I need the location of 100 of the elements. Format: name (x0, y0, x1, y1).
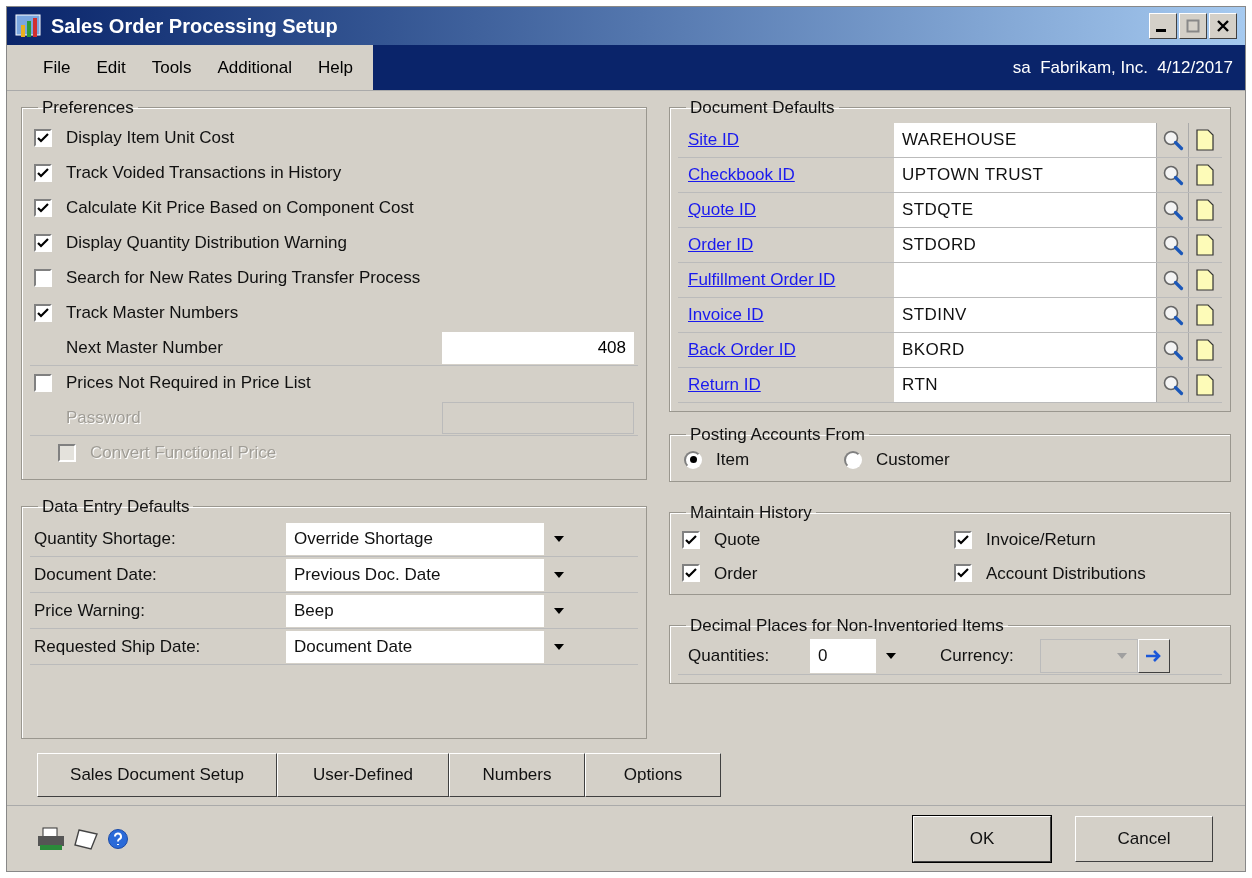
radio-label: Customer (876, 449, 950, 471)
checkbox[interactable] (954, 564, 972, 583)
field-label: Requested Ship Date: (33, 635, 202, 658)
note-icon (1195, 373, 1214, 396)
app-icon (15, 13, 43, 39)
magnifier-icon (1161, 303, 1184, 326)
checkbox[interactable] (34, 269, 52, 287)
caret-icon (554, 643, 564, 650)
caret-icon (554, 607, 564, 614)
dropdown-field[interactable]: Override Shortage (286, 522, 574, 555)
magnifier-icon (1161, 373, 1184, 396)
group-title: Document Defaults (689, 97, 836, 119)
checkmark-icon (685, 533, 697, 546)
dropdown-arrow-button[interactable] (544, 630, 574, 663)
help-icon (107, 827, 129, 850)
group-title: Maintain History (689, 501, 813, 524)
dropdown-field[interactable]: Beep (286, 594, 574, 627)
menu-item[interactable]: File (43, 54, 71, 81)
checkbox[interactable] (34, 374, 52, 392)
magnifier-icon (1161, 128, 1184, 151)
dropdown-arrow-button[interactable] (544, 558, 574, 591)
dropdown-field[interactable]: Document Date (286, 630, 574, 663)
input-field[interactable]: WAREHOUSE (894, 122, 1156, 157)
input-field[interactable]: STDORD (894, 227, 1156, 262)
input-field[interactable]: STDINV (894, 297, 1156, 332)
group-title: Decimal Places for Non-Inventoried Items (689, 615, 1005, 637)
checkbox-label: Display Item Unit Cost (66, 127, 235, 150)
dropdown-field[interactable]: Previous Doc. Date (286, 558, 574, 591)
dialog-button[interactable]: OK (913, 815, 1051, 862)
checkbox-label: Quote (714, 529, 761, 551)
checkbox-label: Account Distributions (986, 562, 1146, 585)
field-link[interactable]: Checkbook ID (688, 164, 795, 184)
field-link[interactable]: Back Order ID (688, 339, 796, 359)
checkmark-icon (37, 202, 49, 214)
menu-item[interactable]: Tools (151, 54, 192, 81)
checkbox-label: Calculate Kit Price Based on Component Cost (66, 197, 414, 220)
input-field[interactable] (442, 401, 634, 434)
input-field[interactable]: BKORD (894, 332, 1156, 367)
checkbox[interactable] (34, 304, 52, 322)
field-label: Quantities: (687, 645, 771, 668)
field-link[interactable]: Site ID (688, 129, 740, 149)
checkbox[interactable] (34, 129, 52, 147)
close-button[interactable] (1209, 13, 1237, 39)
note-icon (1195, 268, 1214, 291)
checkbox[interactable] (954, 530, 972, 549)
note-icon (1195, 198, 1214, 221)
group-title: Preferences (41, 97, 135, 119)
caret-icon (554, 535, 564, 542)
field-link[interactable]: Invoice ID (688, 304, 764, 324)
field-label: Document Date: (33, 563, 158, 586)
caret-icon (886, 653, 896, 659)
close-icon (1216, 19, 1230, 33)
input-field[interactable]: 408 (442, 331, 634, 364)
menu-item[interactable]: Edit (96, 54, 126, 81)
checkbox-label: Display Quantity Distribution Warning (66, 232, 347, 255)
checkmark-icon (685, 567, 697, 580)
field-label: Currency: (939, 645, 1015, 668)
dialog-button[interactable]: Cancel (1075, 815, 1213, 862)
checkbox[interactable] (34, 164, 52, 182)
input-field[interactable]: RTN (894, 367, 1156, 402)
action-button[interactable]: Options (585, 753, 721, 797)
menu-item[interactable]: Help (318, 54, 354, 81)
note-icon (1195, 303, 1214, 326)
radio-button[interactable] (844, 450, 862, 469)
expand-button[interactable] (1138, 639, 1170, 673)
input-field[interactable]: UPTOWN TRUST (894, 157, 1156, 192)
radio-button[interactable] (684, 450, 702, 469)
dropdown-field[interactable]: 0 (810, 639, 906, 673)
field-label: Quantity Shortage: (33, 527, 177, 550)
field-link[interactable]: Order ID (688, 234, 754, 254)
action-button[interactable]: User-Defined (277, 753, 449, 797)
checkmark-icon (37, 307, 49, 319)
maximize-button[interactable] (1179, 13, 1207, 39)
magnifier-icon (1161, 338, 1184, 361)
checkbox-label: Track Voided Transactions in History (66, 162, 342, 185)
field-link[interactable]: Quote ID (688, 199, 757, 219)
menu-item[interactable]: Additional (217, 54, 293, 81)
field-label: Price Warning: (33, 599, 146, 622)
action-button[interactable]: Numbers (449, 753, 585, 797)
checkbox-label: Invoice/Return (986, 529, 1096, 551)
field-link[interactable]: Fulfillment Order ID (688, 269, 836, 289)
note-icon (1195, 128, 1214, 151)
checkbox[interactable] (682, 564, 700, 583)
checkbox[interactable] (682, 530, 700, 549)
checkbox-label: Order (714, 562, 758, 585)
right-arrow-icon (1145, 649, 1163, 663)
note-icon (1195, 233, 1214, 256)
checkbox[interactable] (34, 234, 52, 252)
checkmark-icon (957, 567, 969, 580)
field-link[interactable]: Return ID (688, 374, 761, 394)
checkmark-icon (37, 167, 49, 179)
input-field[interactable] (894, 262, 1156, 297)
caret-icon (554, 571, 564, 578)
dropdown-arrow-button[interactable] (544, 594, 574, 627)
checkbox[interactable] (34, 199, 52, 217)
window-title: Sales Order Processing Setup (51, 14, 339, 39)
note-icon (1195, 338, 1214, 361)
action-button[interactable]: Sales Document Setup (37, 753, 277, 797)
minimize-button[interactable] (1149, 13, 1177, 39)
input-field[interactable]: STDQTE (894, 192, 1156, 227)
